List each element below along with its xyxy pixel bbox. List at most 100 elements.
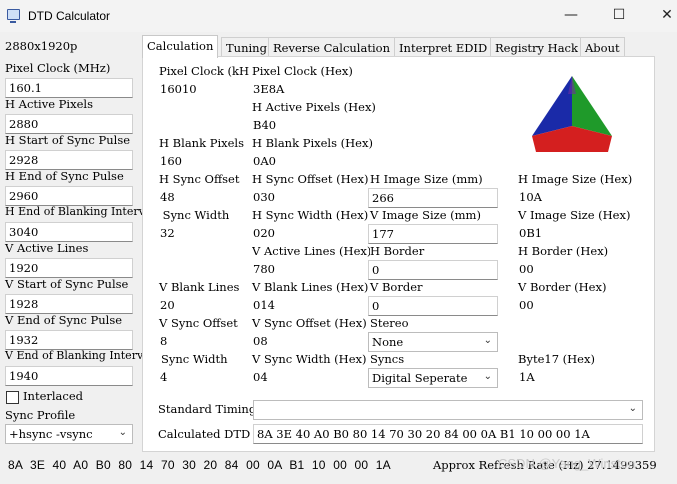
v-image-size-label: V Image Size (mm) [370, 208, 481, 222]
chevron-down-icon: ⌄ [118, 427, 127, 438]
h-border-label: H Border [370, 244, 425, 258]
v-sync-offset-hex-label: V Sync Offset (Hex) [252, 316, 367, 330]
h-blank-pixels-hex-value: 0A0 [253, 154, 276, 168]
v-end-sync-input[interactable]: 1932 [5, 330, 133, 350]
v-sync-width-hex-label: V Sync Width (Hex) [252, 352, 367, 366]
stereo-value: None [372, 335, 404, 349]
h-sync-width-hex-value: 020 [253, 226, 275, 240]
h-start-sync-input[interactable]: 2928 [5, 150, 133, 170]
v-end-sync-label: V End of Sync Pulse [5, 313, 123, 327]
h-sync-offset-label: H Sync Offset [159, 172, 240, 186]
h-border-input[interactable]: 0 [368, 260, 498, 280]
v-border-label: V Border [370, 280, 423, 294]
h-sync-offset-hex-value: 030 [253, 190, 275, 204]
h-blank-pixels-hex-label: H Blank Pixels (Hex) [252, 136, 373, 150]
pixel-clock-hex-value: 3E8A [253, 82, 285, 96]
v-sync-offset-value: 8 [160, 334, 168, 348]
stereo-label: Stereo [370, 316, 409, 330]
h-active-pixels-hex-value: B40 [253, 118, 277, 132]
h-sync-width-label: H Sync Width [159, 208, 251, 222]
v-active-lines-label: V Active Lines [5, 241, 89, 255]
h-end-sync-input[interactable]: 2960 [5, 186, 133, 206]
interlaced-label: Interlaced [23, 389, 84, 403]
minimize-button[interactable]: — [548, 0, 594, 30]
monitor-icon [7, 9, 20, 23]
stereo-select[interactable]: None ⌄ [368, 332, 498, 352]
v-active-lines-hex-label: V Active Lines (Hex) [252, 244, 370, 258]
h-end-sync-label: H End of Sync Pulse [5, 169, 124, 183]
h-start-sync-label: H Start of Sync Pulse [5, 133, 131, 147]
pixel-clock-khz-label: Pixel Clock (kH [159, 64, 249, 78]
h-end-blanking-input[interactable]: 3040 [5, 222, 133, 242]
v-active-lines-hex-value: 780 [253, 262, 275, 276]
h-active-pixels-input[interactable]: 2880 [5, 114, 133, 134]
v-border-hex-label: V Border (Hex) [518, 280, 607, 294]
v-sync-width-hex-value: 04 [253, 370, 268, 384]
standard-timings-select[interactable]: ⌄ [253, 400, 643, 420]
v-image-size-input[interactable]: 177 [368, 224, 498, 244]
v-blank-lines-hex-label: V Blank Lines (Hex) [252, 280, 369, 294]
v-image-size-hex-label: V Image Size (Hex) [518, 208, 631, 222]
v-blank-lines-value: 20 [160, 298, 175, 312]
status-dtd-bytes: 8A 3E 40 A0 B0 80 14 70 30 20 84 00 0A B… [8, 458, 391, 472]
tab-tuning[interactable]: Tuning [221, 37, 272, 57]
pixel-clock-hex-label: Pixel Clock (Hex) [252, 64, 353, 78]
h-border-hex-value: 00 [519, 262, 534, 276]
tab-interpret-edid[interactable]: Interpret EDID [394, 37, 493, 57]
h-blank-pixels-value: 160 [160, 154, 182, 168]
chevron-down-icon: ⌄ [628, 403, 637, 414]
v-active-lines-input[interactable]: 1920 [5, 258, 133, 278]
h-sync-offset-hex-label: H Sync Offset (Hex) [252, 172, 369, 186]
v-blank-lines-hex-value: 014 [253, 298, 275, 312]
h-end-blanking-label: H End of Blanking Interval [5, 205, 155, 218]
v-sync-offset-label: V Sync Offset [159, 316, 238, 330]
close-button[interactable]: ✕ [644, 0, 677, 30]
v-sync-width-value: 4 [160, 370, 168, 384]
tab-calculation[interactable]: Calculation [142, 35, 219, 58]
tab-registry-hack[interactable]: Registry Hack [490, 37, 583, 57]
h-blank-pixels-label: H Blank Pixels [159, 136, 244, 150]
h-sync-offset-value: 48 [160, 190, 175, 204]
h-sync-width-label-text: H Sync Width [159, 208, 230, 222]
pixel-clock-khz-value: 16010 [160, 82, 197, 96]
pyramid-logo-icon [532, 76, 612, 152]
syncs-select[interactable]: Digital Seperate ⌄ [368, 368, 498, 388]
h-image-size-hex-label: H Image Size (Hex) [518, 172, 633, 186]
h-image-size-hex-value: 10A [519, 190, 542, 204]
v-border-hex-value: 00 [519, 298, 534, 312]
tab-reverse-calculation[interactable]: Reverse Calculation [268, 37, 395, 57]
v-blank-lines-label: V Blank Lines [159, 280, 240, 294]
chevron-down-icon: ⌄ [483, 335, 492, 346]
resolution-label: 2880x1920p [5, 39, 78, 53]
sync-profile-label: Sync Profile [5, 408, 76, 422]
v-end-blanking-input[interactable]: 1940 [5, 366, 133, 386]
sync-profile-select[interactable]: +hsync -vsync ⌄ [5, 424, 133, 444]
logo-left-face [532, 76, 572, 136]
h-border-hex-label: H Border (Hex) [518, 244, 609, 258]
v-end-blanking-label: V End of Blanking Interval [5, 349, 154, 362]
logo-right-face [572, 76, 612, 136]
v-image-size-hex-value: 0B1 [519, 226, 543, 240]
syncs-value: Digital Seperate [372, 371, 468, 385]
h-image-size-input[interactable]: 266 [368, 188, 498, 208]
watermark: CSDN @Yang_Winston [498, 456, 636, 471]
h-active-pixels-hex-label: H Active Pixels (Hex) [252, 100, 376, 114]
interlaced-checkbox[interactable] [6, 391, 19, 404]
h-sync-width-hex-label: H Sync Width (Hex) [252, 208, 369, 222]
pixel-clock-label: Pixel Clock (MHz) [5, 61, 111, 75]
v-sync-offset-hex-value: 08 [253, 334, 268, 348]
standard-timings-label: Standard Timings [158, 402, 263, 416]
v-sync-width-label: V Sync Width [159, 352, 251, 366]
h-image-size-label: H Image Size (mm) [370, 172, 483, 186]
maximize-button[interactable]: ☐ [596, 0, 642, 30]
tab-about[interactable]: About [580, 37, 625, 57]
v-sync-width-label-text: V Sync Width [159, 352, 228, 366]
v-start-sync-input[interactable]: 1928 [5, 294, 133, 314]
syncs-label: Syncs [370, 352, 405, 366]
calculated-dtd-label: Calculated DTD [158, 427, 251, 441]
byte17-hex-value: 1A [519, 370, 535, 384]
calculated-dtd-field[interactable]: 8A 3E 40 A0 B0 80 14 70 30 20 84 00 0A B… [253, 424, 643, 444]
sync-profile-value: +hsync -vsync [9, 427, 93, 441]
pixel-clock-input[interactable]: 160.1 [5, 78, 133, 98]
v-border-input[interactable]: 0 [368, 296, 498, 316]
